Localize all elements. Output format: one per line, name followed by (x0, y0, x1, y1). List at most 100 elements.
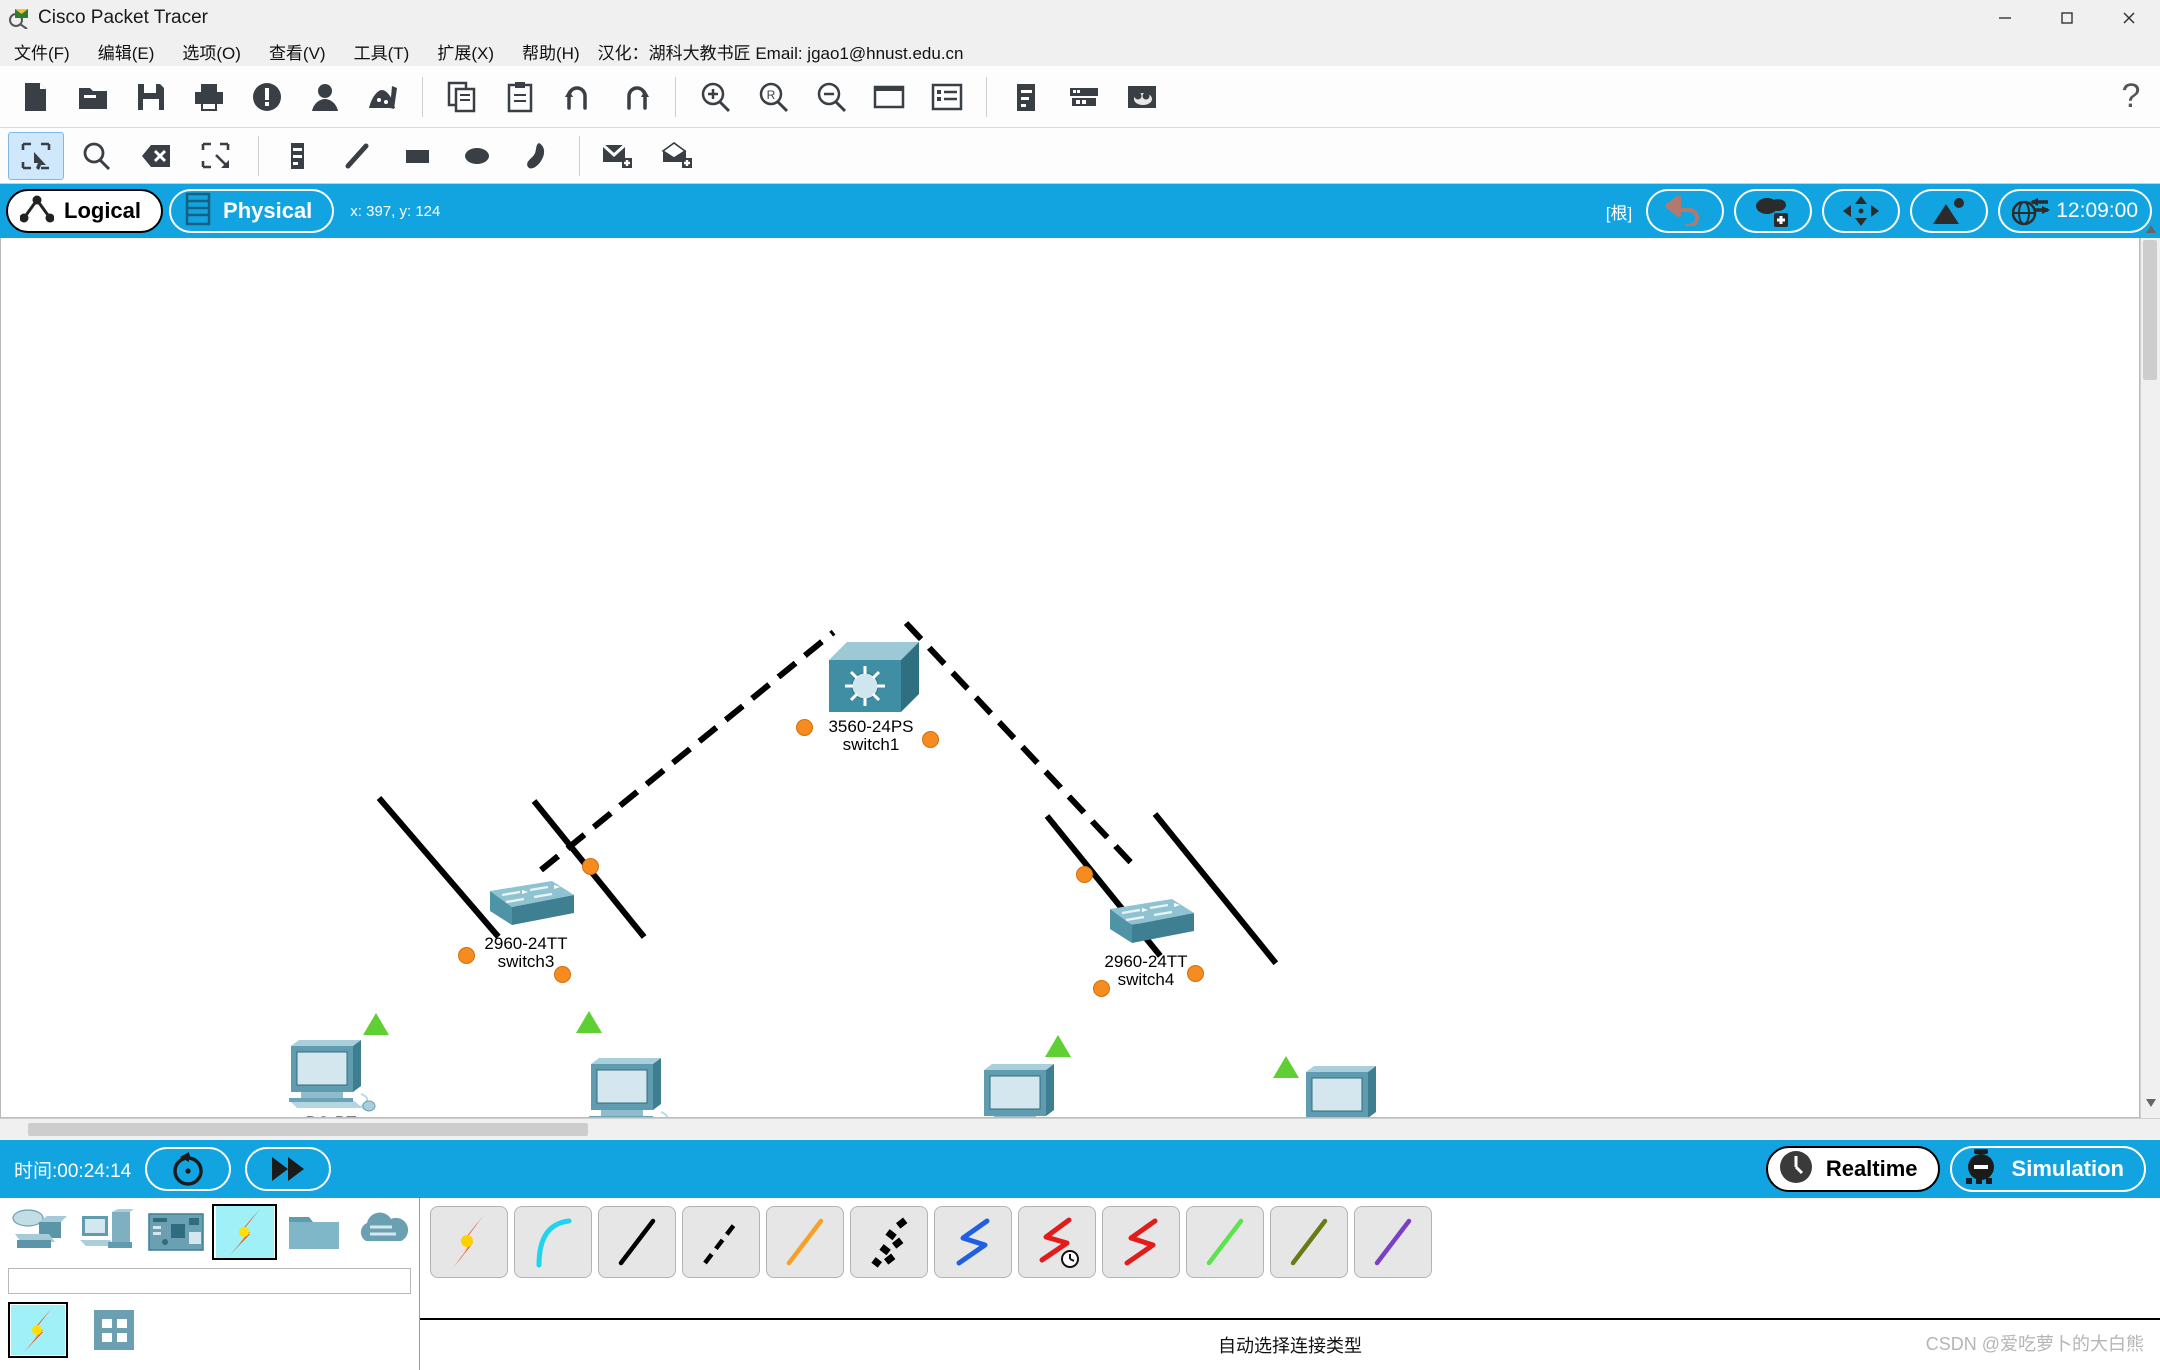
print-icon[interactable] (180, 70, 238, 124)
device-rack-icon[interactable] (1055, 70, 1113, 124)
palette-icon[interactable] (354, 70, 412, 124)
menu-extensions[interactable]: 扩展(X) (423, 37, 508, 66)
save-icon[interactable] (122, 70, 180, 124)
new-cluster-icon[interactable] (1734, 189, 1813, 233)
select-tool-icon[interactable] (8, 131, 64, 180)
zoom-reset-icon[interactable]: R (744, 70, 802, 124)
help-icon[interactable]: ? (2102, 70, 2160, 124)
connection-fiber[interactable] (766, 1206, 844, 1278)
menu-tools[interactable]: 工具(T) (340, 37, 424, 66)
device-pc2[interactable]: PC-PT PC2 (969, 1062, 1079, 1117)
viewport-icon[interactable]: 12:09:00 (1998, 189, 2152, 233)
device-subcategory-grid[interactable] (84, 1302, 144, 1358)
notes-panel-icon[interactable] (997, 70, 1055, 124)
logical-view-button[interactable]: Logical (6, 189, 164, 233)
connection-phone[interactable] (850, 1206, 928, 1278)
place-note-icon[interactable] (269, 132, 325, 180)
draw-ellipse-icon[interactable] (449, 132, 505, 180)
menu-options[interactable]: 选项(O) (168, 37, 255, 66)
device-name-label: switch3 (497, 951, 555, 971)
resize-shape-icon[interactable] (188, 132, 244, 180)
open-file-icon[interactable] (64, 70, 122, 124)
paste-icon[interactable] (491, 70, 549, 124)
logical-workspace[interactable]: 3560-24PS switch1 2960-24TT switch3 2960… (0, 238, 2140, 1118)
menu-view[interactable]: 查看(V) (255, 37, 340, 66)
connection-copper-straight[interactable] (598, 1206, 676, 1278)
fast-forward-icon[interactable] (245, 1147, 332, 1191)
device-pc3[interactable]: PC-PT PC3 (1291, 1064, 1401, 1117)
connection-octal[interactable] (1186, 1206, 1264, 1278)
device-category-connections[interactable] (212, 1204, 278, 1260)
network-info-icon[interactable] (296, 70, 354, 124)
realtime-mode-button[interactable]: Realtime (1765, 1146, 1940, 1192)
delete-tool-icon[interactable] (128, 132, 184, 180)
device-category-misc[interactable] (281, 1204, 346, 1260)
back-arrow-icon[interactable] (1646, 189, 1725, 233)
palette-window-icon[interactable] (860, 70, 918, 124)
device-switch4[interactable]: 2960-24TT switch4 (1076, 891, 1216, 989)
scroll-down-icon[interactable] (2145, 1096, 2157, 1108)
vertical-scroll-thumb[interactable] (2143, 240, 2157, 380)
link-status-arrow (363, 1013, 389, 1035)
link-status-arrow (576, 1011, 602, 1033)
physical-view-button[interactable]: Physical (169, 189, 335, 233)
device-subcategory-connections[interactable] (8, 1302, 68, 1358)
stopwatch-icon (1960, 1147, 2002, 1192)
zoom-out-icon[interactable] (802, 70, 860, 124)
menu-edit[interactable]: 编辑(E) (84, 37, 169, 66)
simulation-bar: 时间:00:24:14 Realtime Simulation (0, 1140, 2160, 1198)
menu-file[interactable]: 文件(F) (0, 37, 84, 66)
device-switch3[interactable]: 2960-24TT switch3 (456, 873, 596, 971)
connection-console[interactable] (514, 1206, 592, 1278)
packet-tracer-logo-icon (8, 7, 30, 30)
root-cluster-label: [根] (1605, 203, 1633, 223)
connection-serial-dce[interactable] (1018, 1206, 1096, 1278)
device-model-label: 3560-24PS (828, 717, 914, 736)
cloud-picture-icon[interactable] (1113, 70, 1171, 124)
draw-freeform-icon[interactable] (509, 132, 565, 180)
add-simple-pdu-icon[interactable] (590, 132, 646, 180)
device-search-input[interactable] (8, 1268, 411, 1294)
undo-icon[interactable] (549, 70, 607, 124)
activity-wizard-icon[interactable] (238, 70, 296, 124)
cursor-coordinates: x: 397, y: 124 (350, 202, 441, 220)
device-category-network[interactable] (6, 1204, 71, 1260)
window-controls (1974, 0, 2160, 36)
device-category-multiuser[interactable] (350, 1204, 415, 1260)
redo-icon[interactable] (607, 70, 665, 124)
device-category-enduser[interactable] (75, 1204, 140, 1260)
maximize-icon[interactable] (2036, 0, 2098, 36)
scroll-up-icon[interactable] (2145, 222, 2157, 234)
add-complex-pdu-icon[interactable] (650, 132, 706, 180)
set-background-icon[interactable] (1910, 189, 1989, 233)
minimize-icon[interactable] (1974, 0, 2036, 36)
device-switch1[interactable]: 3560-24PS switch1 (796, 636, 946, 754)
connection-serial-dte[interactable] (1102, 1206, 1180, 1278)
power-cycle-icon[interactable] (145, 1147, 232, 1191)
workspace-vertical-scrollbar[interactable] (2140, 225, 2160, 1118)
new-file-icon[interactable] (6, 70, 64, 124)
connection-coaxial[interactable] (934, 1206, 1012, 1278)
draw-rectangle-icon[interactable] (389, 132, 445, 180)
close-icon[interactable] (2098, 0, 2160, 36)
device-category-components[interactable] (144, 1204, 209, 1260)
custom-devices-icon[interactable] (918, 70, 976, 124)
horizontal-scroll-thumb[interactable] (28, 1123, 588, 1136)
connection-automatic[interactable] (430, 1206, 508, 1278)
draw-line-icon[interactable] (329, 132, 385, 180)
connection-usb[interactable] (1270, 1206, 1348, 1278)
workspace-horizontal-scrollbar[interactable] (0, 1118, 2160, 1140)
copy-icon[interactable] (433, 70, 491, 124)
inspect-tool-icon[interactable] (68, 132, 124, 180)
connection-ieee[interactable] (1354, 1206, 1432, 1278)
device-pc1[interactable]: PC-PT PC1 (576, 1056, 686, 1117)
toolbar-separator (422, 76, 423, 117)
simulation-mode-button[interactable]: Simulation (1949, 1146, 2146, 1192)
link-switch1-switch3[interactable] (539, 629, 836, 873)
connection-copper-crossover[interactable] (682, 1206, 760, 1278)
zoom-in-icon[interactable] (686, 70, 744, 124)
device-pc0[interactable]: PC-PT PC0 (276, 1038, 386, 1117)
device-subcategory-row (0, 1294, 419, 1358)
move-object-icon[interactable] (1822, 189, 1901, 233)
menu-help[interactable]: 帮助(H) (508, 37, 594, 66)
